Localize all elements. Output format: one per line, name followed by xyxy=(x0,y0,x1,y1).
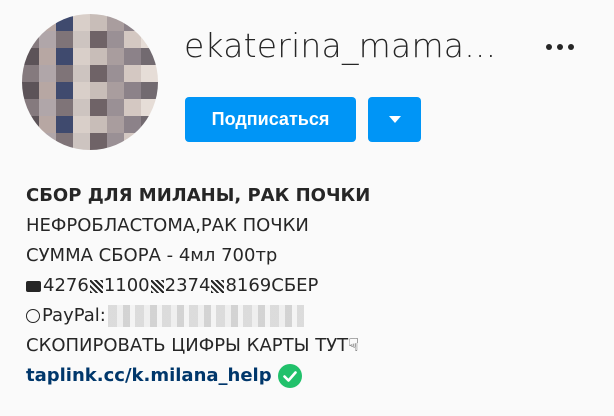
avatar-pixel xyxy=(141,116,158,133)
avatar-pixel xyxy=(90,31,107,48)
credit-card-icon xyxy=(26,280,41,292)
avatar-pixel xyxy=(124,99,141,116)
avatar-pixel xyxy=(56,116,73,133)
avatar-pixel xyxy=(141,82,158,99)
avatar-pixel xyxy=(124,116,141,133)
avatar-pixel xyxy=(22,116,39,133)
bio-line: СУММА СБОРА - 4мл 700тр xyxy=(26,245,278,266)
more-options-icon-dot xyxy=(557,44,563,50)
avatar-pixel xyxy=(39,65,56,82)
paypal-label: PayPal: xyxy=(42,305,106,326)
separator-icon xyxy=(150,279,164,293)
avatar[interactable] xyxy=(22,14,158,150)
avatar-pixel xyxy=(22,48,39,65)
card-number-part: 8169СБЕР xyxy=(225,275,319,296)
avatar-pixel xyxy=(39,116,56,133)
avatar-pixel xyxy=(90,14,107,31)
avatar-pixel xyxy=(56,65,73,82)
avatar-pixel xyxy=(73,133,90,150)
avatar-pixel xyxy=(124,65,141,82)
avatar-pixel xyxy=(73,31,90,48)
profile-bio: СБОР ДЛЯ МИЛАНЫ, РАК ПОЧКИ НЕФРОБЛАСТОМА… xyxy=(26,181,606,391)
avatar-pixel xyxy=(22,99,39,116)
avatar-pixel xyxy=(56,31,73,48)
bio-card-number: 4276 1100 2374 8169СБЕР xyxy=(26,271,606,301)
bio-line: НЕФРОБЛАСТОМА,РАК ПОЧКИ xyxy=(26,215,309,236)
separator-icon xyxy=(89,279,103,293)
avatar-pixel xyxy=(22,14,39,31)
bio-link[interactable]: taplink.cc/k.milana_help xyxy=(26,361,272,391)
avatar-pixel xyxy=(107,133,124,150)
avatar-pixel xyxy=(90,48,107,65)
avatar-pixel xyxy=(107,48,124,65)
follow-button[interactable]: Подписаться xyxy=(185,97,356,142)
more-options-icon-dot xyxy=(568,44,574,50)
profile-username: ekaterina_mama... xyxy=(184,26,497,65)
avatar-pixel xyxy=(90,116,107,133)
avatar-pixel xyxy=(124,14,141,31)
avatar-pixel xyxy=(124,31,141,48)
avatar-pixel xyxy=(39,31,56,48)
avatar-pixel xyxy=(39,99,56,116)
avatar-pixel xyxy=(141,14,158,31)
avatar-pixel xyxy=(56,14,73,31)
avatar-pixel xyxy=(107,31,124,48)
pointing-hand-icon: ☟ xyxy=(348,335,360,356)
avatar-pixel xyxy=(124,48,141,65)
avatar-pixel xyxy=(73,65,90,82)
avatar-pixel xyxy=(39,82,56,99)
card-number-part: 4276 xyxy=(43,275,89,296)
suggested-dropdown-button[interactable] xyxy=(368,97,421,142)
bio-link-row: taplink.cc/k.milana_help xyxy=(26,361,606,391)
avatar-pixel xyxy=(22,65,39,82)
avatar-pixel xyxy=(141,65,158,82)
avatar-pixel xyxy=(141,99,158,116)
avatar-pixel xyxy=(73,48,90,65)
chevron-down-icon xyxy=(388,116,401,123)
verified-check-icon xyxy=(277,364,302,388)
avatar-pixel xyxy=(56,99,73,116)
avatar-pixel xyxy=(107,99,124,116)
avatar-pixel xyxy=(141,133,158,150)
avatar-pixel xyxy=(141,48,158,65)
avatar-pixel xyxy=(56,82,73,99)
avatar-pixel xyxy=(124,82,141,99)
avatar-pixel xyxy=(73,82,90,99)
avatar-pixel xyxy=(56,48,73,65)
bio-title: СБОР ДЛЯ МИЛАНЫ, РАК ПОЧКИ xyxy=(26,185,371,206)
avatar-pixel xyxy=(73,99,90,116)
avatar-pixel xyxy=(90,99,107,116)
circle-icon xyxy=(26,309,40,323)
avatar-pixel xyxy=(73,14,90,31)
card-number-part: 2374 xyxy=(164,275,211,296)
more-options-icon xyxy=(546,44,552,50)
avatar-pixel xyxy=(39,48,56,65)
avatar-pixel xyxy=(90,65,107,82)
avatar-pixel xyxy=(124,133,141,150)
avatar-pixel xyxy=(107,82,124,99)
bio-paypal: PayPal: xyxy=(26,301,606,331)
avatar-pixel xyxy=(56,133,73,150)
copy-text: СКОПИРОВАТЬ ЦИФРЫ КАРТЫ ТУТ xyxy=(26,335,349,356)
more-options-button[interactable] xyxy=(540,37,580,57)
avatar-pixel xyxy=(22,31,39,48)
avatar-pixel xyxy=(107,65,124,82)
avatar-pixel xyxy=(107,14,124,31)
avatar-pixel xyxy=(22,82,39,99)
avatar-pixel xyxy=(90,133,107,150)
avatar-pixel xyxy=(90,82,107,99)
blurred-avatar-image xyxy=(22,14,158,150)
avatar-pixel xyxy=(73,116,90,133)
blurred-paypal-address xyxy=(107,305,304,327)
avatar-pixel xyxy=(141,31,158,48)
card-number-part: 1100 xyxy=(103,275,150,296)
avatar-pixel xyxy=(22,133,39,150)
avatar-pixel xyxy=(107,116,124,133)
separator-icon xyxy=(211,279,225,293)
avatar-pixel xyxy=(39,14,56,31)
avatar-pixel xyxy=(39,133,56,150)
bio-copy-instruction: СКОПИРОВАТЬ ЦИФРЫ КАРТЫ ТУТ☟ xyxy=(26,331,606,361)
